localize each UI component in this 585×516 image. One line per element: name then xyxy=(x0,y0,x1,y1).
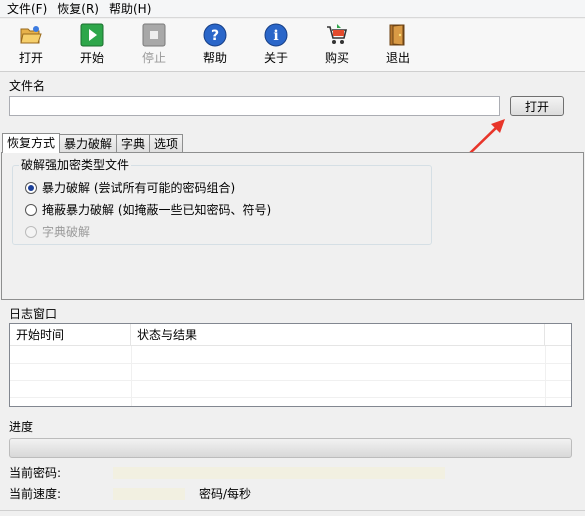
door-exit-icon xyxy=(389,24,405,46)
filename-input[interactable] xyxy=(9,96,500,116)
exit-button[interactable]: 退出 xyxy=(373,23,423,69)
encryption-type-group-label: 破解强加密类型文件 xyxy=(19,158,132,172)
current-password-label: 当前密码: xyxy=(9,466,62,480)
start-button[interactable]: 开始 xyxy=(67,23,117,69)
log-row-divider xyxy=(10,363,571,364)
svg-text:i: i xyxy=(273,28,278,44)
info-icon: i xyxy=(264,23,288,47)
menu-file[interactable]: 文件(F) xyxy=(2,0,52,18)
radio-mask-attack-button[interactable] xyxy=(25,203,37,216)
help-icon: ? xyxy=(203,23,227,47)
log-column-start-time[interactable]: 开始时间 xyxy=(10,324,131,346)
stop-button[interactable]: 停止 xyxy=(129,23,179,69)
radio-dictionary: 字典破解 xyxy=(25,223,90,240)
stop-icon xyxy=(142,23,166,47)
cart-icon xyxy=(327,24,348,44)
help-button[interactable]: ? 帮助 xyxy=(190,23,240,69)
current-password-value xyxy=(113,467,445,479)
log-row-divider xyxy=(10,380,571,381)
log-row-divider xyxy=(10,397,571,398)
current-speed-label: 当前速度: xyxy=(9,487,62,501)
radio-mask-attack-label: 掩蔽暴力破解 (如掩蔽一些已知密码、符号) xyxy=(42,203,272,217)
speed-unit-label: 密码/每秒 xyxy=(199,487,252,501)
tab-recovery-mode[interactable]: 恢复方式 xyxy=(2,133,61,153)
svg-text:?: ? xyxy=(211,28,219,44)
log-column-divider xyxy=(545,346,546,406)
about-button[interactable]: i 关于 xyxy=(251,23,301,69)
folder-open-icon xyxy=(20,26,42,44)
play-icon xyxy=(80,23,104,47)
radio-mask-attack[interactable]: 掩蔽暴力破解 (如掩蔽一些已知密码、符号) xyxy=(25,201,271,218)
stop-label: 停止 xyxy=(141,51,166,65)
toolbar: 打开 开始 停止 ? 帮助 i 关于 购买 退出 xyxy=(0,19,585,72)
radio-brute-force-button[interactable] xyxy=(25,181,37,194)
about-label: 关于 xyxy=(263,51,288,65)
filename-group-label: 文件名 xyxy=(9,79,46,93)
tab-strip: 恢复方式 暴力破解 字典 选项 xyxy=(2,133,184,153)
tab-options[interactable]: 选项 xyxy=(149,134,184,153)
log-group-label: 日志窗口 xyxy=(9,307,58,321)
encryption-type-group: 破解强加密类型文件 暴力破解 (尝试所有可能的密码组合) 掩蔽暴力破解 (如掩蔽… xyxy=(12,158,432,245)
start-label: 开始 xyxy=(79,51,104,65)
progress-group-label: 进度 xyxy=(9,420,34,434)
radio-dictionary-button xyxy=(25,225,37,238)
log-header: 开始时间 状态与结果 xyxy=(10,324,571,346)
current-speed-value xyxy=(113,488,185,500)
log-column-spacer xyxy=(545,324,571,346)
menu-bar: 文件(F) 恢复(R) 帮助(H) xyxy=(0,0,585,18)
radio-brute-force-label: 暴力破解 (尝试所有可能的密码组合) xyxy=(42,181,236,195)
log-column-divider xyxy=(131,346,132,406)
help-label: 帮助 xyxy=(202,51,227,65)
tab-brute-force[interactable]: 暴力破解 xyxy=(59,134,118,153)
open-toolbar-button[interactable]: 打开 xyxy=(6,23,56,69)
buy-button[interactable]: 购买 xyxy=(312,23,362,69)
radio-dictionary-label: 字典破解 xyxy=(42,225,91,239)
status-bar xyxy=(0,510,585,516)
recovery-mode-panel: 破解强加密类型文件 暴力破解 (尝试所有可能的密码组合) 掩蔽暴力破解 (如掩蔽… xyxy=(1,152,584,300)
tab-dictionary[interactable]: 字典 xyxy=(116,134,151,153)
buy-label: 购买 xyxy=(324,51,349,65)
log-list[interactable]: 开始时间 状态与结果 xyxy=(9,323,572,407)
menu-recover[interactable]: 恢复(R) xyxy=(52,0,104,18)
progress-bar xyxy=(9,438,572,458)
log-column-status[interactable]: 状态与结果 xyxy=(131,324,545,346)
open-label: 打开 xyxy=(18,51,43,65)
open-file-button[interactable]: 打开 xyxy=(510,96,564,116)
menu-help[interactable]: 帮助(H) xyxy=(104,0,156,18)
exit-label: 退出 xyxy=(385,51,410,65)
radio-brute-force[interactable]: 暴力破解 (尝试所有可能的密码组合) xyxy=(25,179,235,196)
